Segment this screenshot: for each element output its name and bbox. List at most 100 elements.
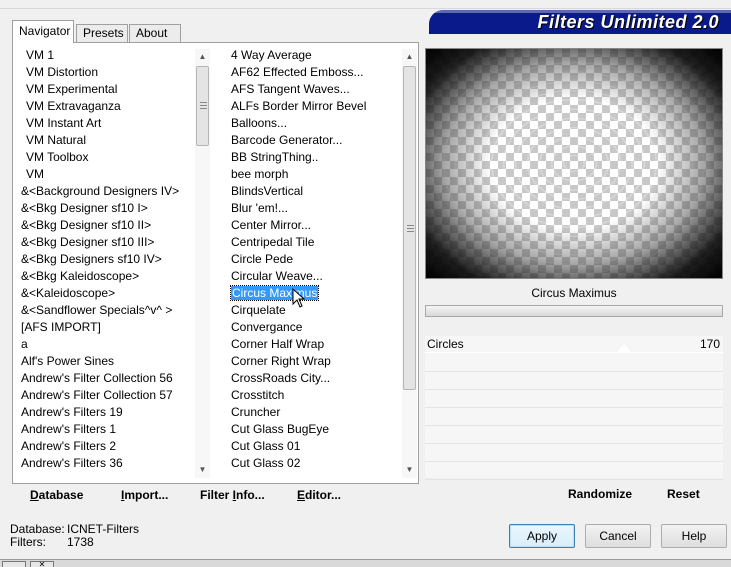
param-value[interactable]: 170 (700, 337, 720, 351)
filter-list-item[interactable]: AFS Tangent Waves... (226, 81, 401, 98)
category-list-item-label: [AFS IMPORT] (21, 320, 101, 334)
filter-list-item-label: Cut Glass 01 (231, 439, 301, 453)
category-list-item[interactable]: Andrew's Filters 2 (18, 438, 195, 455)
category-list-item-label: a (21, 337, 28, 351)
filter-list-scrollbar[interactable]: ▲ ▼ (402, 49, 417, 478)
filter-list-item[interactable]: Crosstitch (226, 387, 401, 404)
filter-list-item[interactable]: Cut Glass 01 (226, 438, 401, 455)
category-list-item[interactable]: Alf's Power Sines (18, 353, 195, 370)
category-list-item[interactable]: Andrew's Filters 1 (18, 421, 195, 438)
filter-list-item[interactable]: Barcode Generator... (226, 132, 401, 149)
filter-info-button[interactable]: Filter Info... (200, 488, 265, 502)
category-list-item[interactable]: &<Bkg Designer sf10 III> (18, 234, 195, 251)
taskbar: ✕ (0, 559, 731, 567)
filter-list-item[interactable]: Center Mirror... (226, 217, 401, 234)
category-list-item[interactable]: VM Distortion (18, 64, 195, 81)
filter-list-item-label: Cut Glass 02 (231, 456, 301, 470)
scroll-down-arrow-icon[interactable]: ▼ (402, 462, 417, 478)
category-list-scrollbar[interactable]: ▲ ▼ (195, 49, 210, 478)
filter-list-item[interactable]: BB StringThing.. (226, 149, 401, 166)
tab-presets[interactable]: Presets (76, 24, 128, 42)
category-list-item[interactable]: a (18, 336, 195, 353)
database-button[interactable]: Database (30, 488, 83, 502)
tab-navigator[interactable]: Navigator (12, 20, 74, 43)
filter-list-item-label: BlindsVertical (231, 184, 304, 198)
filter-list-item[interactable]: BlindsVertical (226, 183, 401, 200)
editor-label: ditor... (305, 488, 342, 502)
category-list-item[interactable]: VM Natural (18, 132, 195, 149)
filter-list-item[interactable]: Balloons... (226, 115, 401, 132)
filter-list-item[interactable]: CrossRoads City... (226, 370, 401, 387)
filter-list-item[interactable]: Circular Weave... (226, 268, 401, 285)
filter-list-item[interactable]: Corner Right Wrap (226, 353, 401, 370)
category-list-item-label: &<Bkg Designer sf10 I> (21, 201, 148, 215)
filter-info-prefix: Filter (200, 488, 233, 502)
category-list-item[interactable]: &<Kaleidoscope> (18, 285, 195, 302)
editor-button[interactable]: Editor... (297, 488, 341, 502)
category-list-item[interactable]: &<Bkg Designers sf10 IV> (18, 251, 195, 268)
filter-list-item[interactable]: 4 Way Average (226, 47, 401, 64)
randomize-button[interactable]: Randomize (568, 487, 632, 501)
editor-mnemonic: E (297, 488, 306, 502)
category-list-item[interactable]: Andrew's Filters 19 (18, 404, 195, 421)
scroll-up-arrow-icon[interactable]: ▲ (402, 49, 417, 65)
help-button[interactable]: Help (661, 524, 727, 548)
filter-list[interactable]: 4 Way Average AF62 Effected Emboss... AFS … (226, 47, 401, 481)
category-list-item[interactable]: &<Sandflower Specials^v^ > (18, 302, 195, 319)
scroll-up-arrow-icon[interactable]: ▲ (195, 49, 210, 65)
category-list-item[interactable]: Andrew's Filter Collection 57 (18, 387, 195, 404)
param-row-empty (425, 427, 723, 444)
param-row-circles[interactable]: Circles 170 (425, 336, 723, 353)
category-list-item[interactable]: Andrew's Filter Collection 56 (18, 370, 195, 387)
category-list-item[interactable]: VM (18, 166, 195, 183)
filter-list-item-label: CrossRoads City... (231, 371, 331, 385)
scroll-thumb[interactable] (403, 66, 416, 390)
filter-list-item-label: Cruncher (231, 405, 281, 419)
tab-about[interactable]: About (129, 24, 181, 42)
taskbar-item[interactable] (2, 561, 26, 567)
filter-list-item[interactable]: Cut Glass BugEye (226, 421, 401, 438)
category-list-item[interactable]: VM Experimental (18, 81, 195, 98)
category-list-item[interactable]: VM Instant Art (18, 115, 195, 132)
import-button[interactable]: Import... (121, 488, 168, 502)
filter-list-item-label: Centripedal Tile (231, 235, 315, 249)
category-list-item[interactable]: &<Background Designers IV> (18, 183, 195, 200)
category-list-item[interactable]: &<Bkg Kaleidoscope> (18, 268, 195, 285)
category-list-item[interactable]: Andrew's Filters 36 (18, 455, 195, 472)
filter-list-item[interactable]: bee morph (226, 166, 401, 183)
filter-list-item[interactable]: Convergance (226, 319, 401, 336)
category-list-item[interactable]: VM 1 (18, 47, 195, 64)
filter-list-item-label: AF62 Effected Emboss... (231, 65, 364, 79)
scroll-down-arrow-icon[interactable]: ▼ (195, 462, 210, 478)
filter-list-item[interactable]: Circle Pede (226, 251, 401, 268)
filter-list-item[interactable]: AF62 Effected Emboss... (226, 64, 401, 81)
filter-list-item[interactable]: Blur 'em!... (226, 200, 401, 217)
category-list-item[interactable]: &<Bkg Designer sf10 II> (18, 217, 195, 234)
filter-list-item-label: Cut Glass BugEye (231, 422, 330, 436)
category-list[interactable]: VM 1 VM Distortion VM Experimental VM Extra… (18, 47, 195, 481)
filter-list-item[interactable]: Centripedal Tile (226, 234, 401, 251)
filter-list-item-label: BB StringThing.. (231, 150, 319, 164)
filter-list-item[interactable]: Cirquelate (226, 302, 401, 319)
selected-filter-name: Circus Maximus (531, 286, 617, 300)
category-list-item[interactable]: &<Bkg Designer sf10 I> (18, 200, 195, 217)
reset-button[interactable]: Reset (667, 487, 700, 501)
filter-preview[interactable] (425, 48, 723, 279)
cancel-button[interactable]: Cancel (585, 524, 651, 548)
param-slider-marker-icon[interactable] (616, 344, 632, 353)
filter-list-item-label: Barcode Generator... (231, 133, 343, 147)
category-list-item-label: &<Bkg Designer sf10 III> (21, 235, 155, 249)
category-list-item[interactable]: VM Toolbox (18, 149, 195, 166)
filter-list-item[interactable]: ALFs Border Mirror Bevel (226, 98, 401, 115)
scroll-thumb[interactable] (196, 66, 209, 146)
category-list-item[interactable]: VM Extravaganza (18, 98, 195, 115)
category-list-item-label: Andrew's Filters 2 (21, 439, 116, 453)
close-icon[interactable]: ✕ (30, 561, 54, 567)
filter-list-item[interactable]: Circus Maximus (226, 285, 401, 302)
filter-list-item[interactable]: Cruncher (226, 404, 401, 421)
category-list-item-label: &<Background Designers IV> (21, 184, 180, 198)
filter-list-item[interactable]: Cut Glass 02 (226, 455, 401, 472)
apply-button[interactable]: Apply (509, 524, 575, 548)
category-list-item[interactable]: [AFS IMPORT] (18, 319, 195, 336)
filter-list-item[interactable]: Corner Half Wrap (226, 336, 401, 353)
